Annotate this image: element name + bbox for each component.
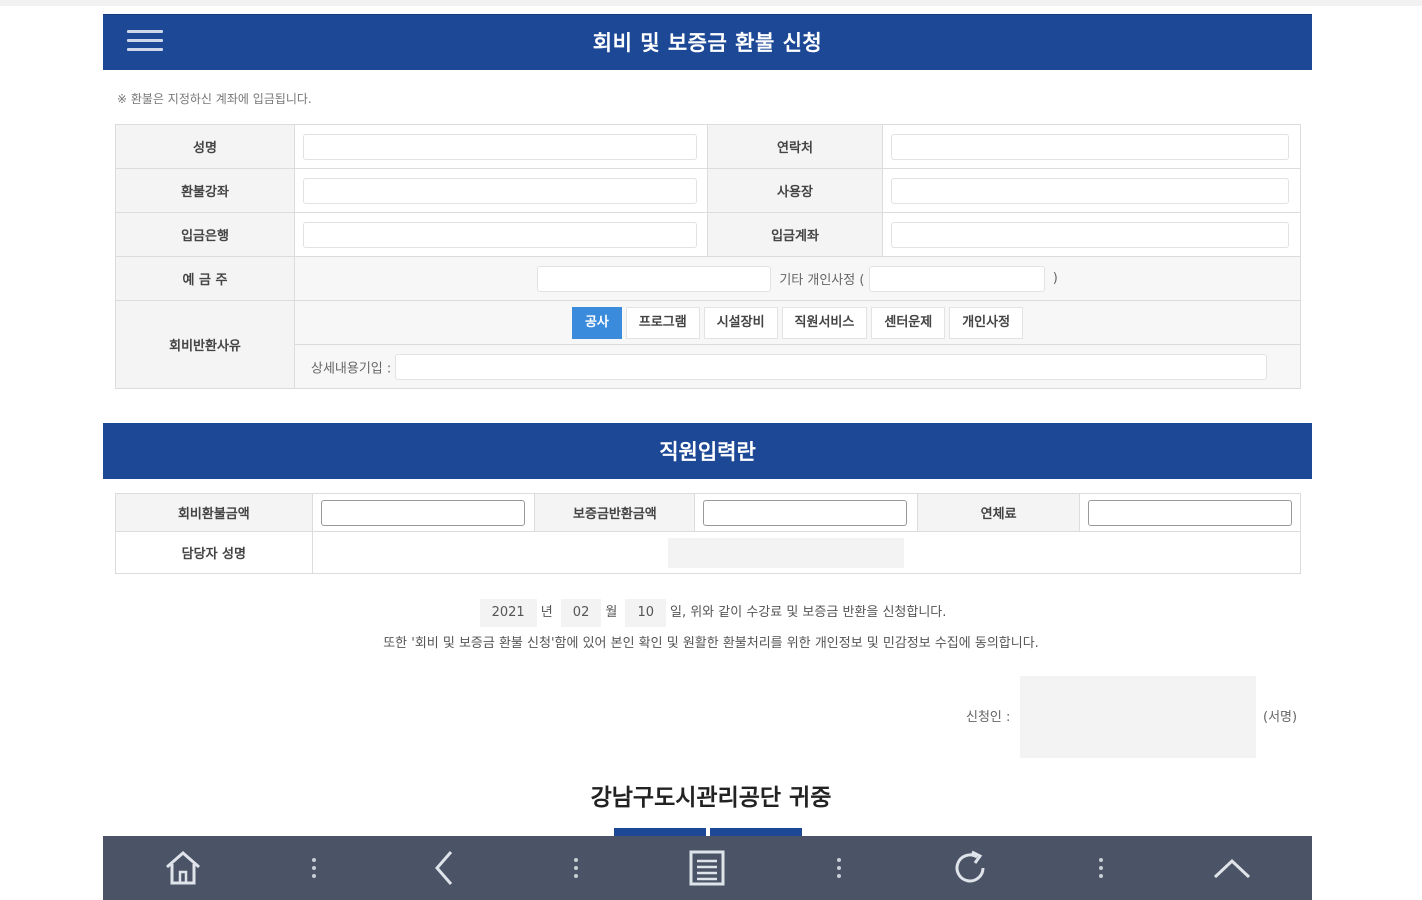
other-reason-input[interactable] (868, 265, 1045, 292)
home-icon[interactable] (153, 838, 213, 898)
detail-input[interactable] (395, 353, 1268, 380)
manager-row (311, 531, 1302, 574)
account-label: 입금계좌 (707, 212, 883, 257)
consent-text: 또한 '회비 및 보증금 환불 신청'함에 있어 본인 확인 및 원활한 환불처… (383, 636, 1039, 651)
scroll-top-icon[interactable] (1202, 838, 1262, 898)
reason-options: 공사 프로그램 시설장비 직원서비스 센터운제 개인사정 (294, 300, 1301, 345)
penalty-label: 연체료 (917, 493, 1080, 532)
nav-separator (1099, 858, 1104, 878)
depositor-label: 예 금 주 (115, 256, 295, 301)
applicant-form: 성명 연락처 환불강좌 사용장 입금은행 입금계좌 예 금 주 기타 개인사정 … (115, 124, 1301, 389)
detail-row: 상세내용기입 : (294, 344, 1301, 389)
staff-form: 회비환불금액 보증금반환금액 연체료 담당자 성명 (115, 493, 1302, 574)
refund-notice: ※ 환불은 지정하신 계좌에 입금됩니다. (117, 92, 312, 106)
nav-separator (836, 858, 841, 878)
penalty-input[interactable] (1088, 499, 1292, 526)
deposit-refund-input[interactable] (703, 499, 908, 526)
signature-suffix: (서명) (1263, 710, 1298, 725)
recipient: 강남구도시관리공단 귀중 (590, 785, 832, 811)
other-reason-suffix: ) (1052, 271, 1058, 286)
refund-course-input[interactable] (303, 177, 697, 204)
reason-option-center-operation[interactable]: 센터운제 (871, 306, 946, 339)
staff-section-header: 직원입력란 (103, 423, 1312, 479)
name-input[interactable] (303, 133, 697, 160)
page-header: 회비 및 보증금 환불 신청 (103, 14, 1312, 70)
name-label: 성명 (115, 124, 295, 169)
detail-label: 상세내용기입 : (311, 361, 392, 376)
contact-label: 연락처 (707, 124, 883, 169)
reason-option-facility[interactable]: 시설장비 (703, 306, 778, 339)
year-field[interactable]: 2021 (479, 599, 537, 627)
reason-option-construction[interactable]: 공사 (571, 306, 622, 339)
nav-separator (311, 858, 316, 878)
month-unit: 월 (605, 605, 618, 620)
statement-line-1: 2021 년 02 월 10 일, 위와 같이 수강료 및 보증금 반환을 신청합니다… (0, 599, 1422, 627)
reason-label: 회비반환사유 (115, 300, 295, 389)
submit-tab-right[interactable] (710, 828, 802, 836)
page-icon[interactable] (677, 838, 737, 898)
manager-label: 담당자 성명 (115, 531, 313, 574)
fee-refund-input[interactable] (320, 499, 525, 526)
bank-label: 입금은행 (115, 212, 295, 257)
back-icon[interactable] (415, 838, 475, 898)
location-input[interactable] (891, 177, 1289, 204)
day-field[interactable]: 10 (625, 599, 666, 627)
hamburger-menu-icon[interactable] (127, 30, 163, 54)
submit-tab-left[interactable] (614, 828, 706, 836)
refresh-icon[interactable] (940, 838, 1000, 898)
signature-box[interactable] (1020, 676, 1256, 758)
depositor-input[interactable] (537, 265, 772, 292)
account-input[interactable] (891, 221, 1289, 248)
refund-course-label: 환불강좌 (115, 168, 295, 213)
year-unit: 년 (540, 605, 553, 620)
reason-option-staff-service[interactable]: 직원서비스 (781, 306, 868, 339)
bottom-nav-bar (103, 836, 1312, 900)
month-field[interactable]: 02 (560, 599, 602, 627)
reason-option-program[interactable]: 프로그램 (625, 306, 700, 339)
contact-input[interactable] (891, 133, 1289, 160)
nav-separator (574, 858, 579, 878)
statement-text: 일, 위와 같이 수강료 및 보증금 반환을 신청합니다. (670, 605, 947, 620)
top-border (0, 0, 1422, 6)
deposit-refund-label: 보증금반환금액 (534, 493, 696, 532)
location-label: 사용장 (707, 168, 883, 213)
page-title: 회비 및 보증금 환불 신청 (592, 31, 823, 55)
fee-refund-label: 회비환불금액 (115, 493, 313, 532)
manager-name-field[interactable] (668, 537, 905, 568)
reason-option-personal[interactable]: 개인사정 (949, 306, 1024, 339)
staff-section-title: 직원입력란 (659, 440, 756, 464)
depositor-row: 기타 개인사정 ( ) (294, 256, 1301, 301)
bank-input[interactable] (303, 221, 697, 248)
signature-label: 신청인 : (966, 710, 1011, 725)
other-reason-prefix: 기타 개인사정 ( (779, 273, 865, 288)
